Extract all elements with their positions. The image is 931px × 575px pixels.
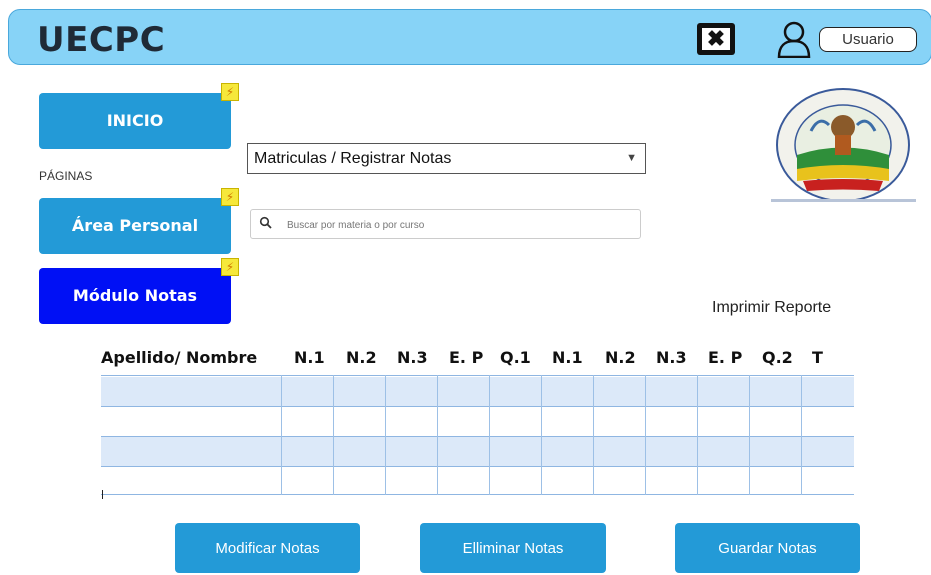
modify-grades-button[interactable]: Modificar Notas xyxy=(175,523,360,573)
col-total: T xyxy=(812,348,823,367)
col-ep: E. P xyxy=(449,348,484,367)
close-icon[interactable]: ✖ xyxy=(697,23,735,55)
delete-grades-button[interactable]: Elliminar Notas xyxy=(420,523,606,573)
search-field[interactable] xyxy=(250,209,641,239)
top-header-bar: UECPC ✖ Usuario xyxy=(8,9,931,65)
user-menu-button[interactable]: Usuario xyxy=(819,27,917,52)
lightning-icon: ⚡ xyxy=(221,188,239,206)
col-n1: N.1 xyxy=(294,348,325,367)
user-icon[interactable] xyxy=(775,20,813,58)
nav-area-personal-label: Área Personal xyxy=(71,216,199,235)
school-seal-logo xyxy=(771,88,916,202)
col-n2-second: N.2 xyxy=(605,348,636,367)
nav-inicio-button[interactable]: INICIO ⚡ xyxy=(39,83,239,149)
grades-table xyxy=(101,375,854,495)
col-n1-second: N.1 xyxy=(552,348,583,367)
search-input[interactable] xyxy=(285,215,629,235)
nav-modulo-notas-label: Módulo Notas xyxy=(72,286,198,305)
lightning-icon: ⚡ xyxy=(221,83,239,101)
pages-section-label: PÁGINAS xyxy=(39,169,93,183)
table-row[interactable] xyxy=(101,467,854,496)
col-n3: N.3 xyxy=(397,348,428,367)
nav-area-personal-button[interactable]: Área Personal ⚡ xyxy=(39,188,239,254)
col-apellido-nombre: Apellido/ Nombre xyxy=(101,348,258,367)
table-left-marker xyxy=(102,490,103,499)
col-ep-second: E. P xyxy=(708,348,743,367)
module-select-value: Matriculas / Registrar Notas xyxy=(254,150,452,167)
col-q2: Q.2 xyxy=(762,348,793,367)
search-icon xyxy=(259,216,272,229)
print-report-link[interactable]: Imprimir Reporte xyxy=(712,299,831,317)
module-select[interactable]: Matriculas / Registrar Notas ▼ xyxy=(247,143,646,174)
nav-modulo-notas-button[interactable]: Módulo Notas ⚡ xyxy=(39,258,239,324)
nav-inicio-label: INICIO xyxy=(106,111,164,130)
col-n2: N.2 xyxy=(346,348,377,367)
col-n3-second: N.3 xyxy=(656,348,687,367)
table-row[interactable] xyxy=(101,377,854,406)
table-row[interactable] xyxy=(101,408,854,437)
app-brand: UECPC xyxy=(37,20,166,60)
lightning-icon: ⚡ xyxy=(221,258,239,276)
table-row[interactable] xyxy=(101,437,854,466)
chevron-down-icon: ▼ xyxy=(626,152,637,164)
save-grades-button[interactable]: Guardar Notas xyxy=(675,523,860,573)
col-q1: Q.1 xyxy=(500,348,531,367)
